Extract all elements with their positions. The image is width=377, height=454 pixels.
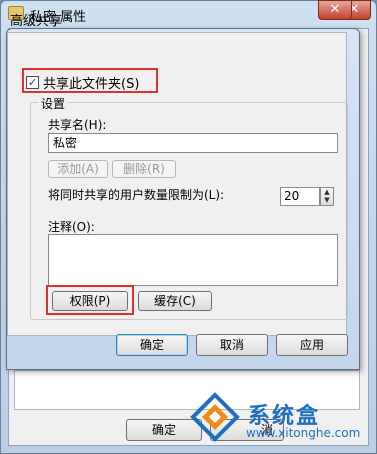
- comment-label: 注释(O):: [48, 220, 95, 234]
- settings-group-title: 设置: [38, 95, 69, 112]
- comment-textarea[interactable]: [48, 234, 338, 286]
- dialog-title: 高级共享: [10, 14, 63, 29]
- user-limit-label: 将同时共享的用户数量限制为(L):: [48, 188, 225, 202]
- dialog-close-button[interactable]: ✕: [318, 0, 352, 20]
- cancel-button[interactable]: 取消: [196, 334, 268, 356]
- user-limit-input[interactable]: 20: [280, 187, 320, 206]
- apply-button[interactable]: 应用: [276, 334, 348, 356]
- remove-button[interactable]: 删除(R): [112, 160, 176, 178]
- caching-button[interactable]: 缓存(C): [138, 291, 212, 311]
- user-limit-spinner[interactable]: ▲ ▼: [320, 187, 334, 206]
- spin-up-icon[interactable]: ▲: [321, 188, 333, 196]
- add-button[interactable]: 添加(A): [48, 160, 108, 178]
- highlight-box-permissions: [46, 285, 134, 315]
- watermark-logo-icon: [190, 392, 240, 442]
- share-name-input[interactable]: 私密: [48, 133, 338, 153]
- spin-down-icon[interactable]: ▼: [321, 196, 333, 204]
- highlight-box-share: [22, 68, 158, 93]
- ok-button[interactable]: 确定: [116, 334, 188, 356]
- share-name-label: 共享名(H):: [48, 118, 107, 132]
- watermark-url: www.xitonghe.com: [246, 426, 361, 440]
